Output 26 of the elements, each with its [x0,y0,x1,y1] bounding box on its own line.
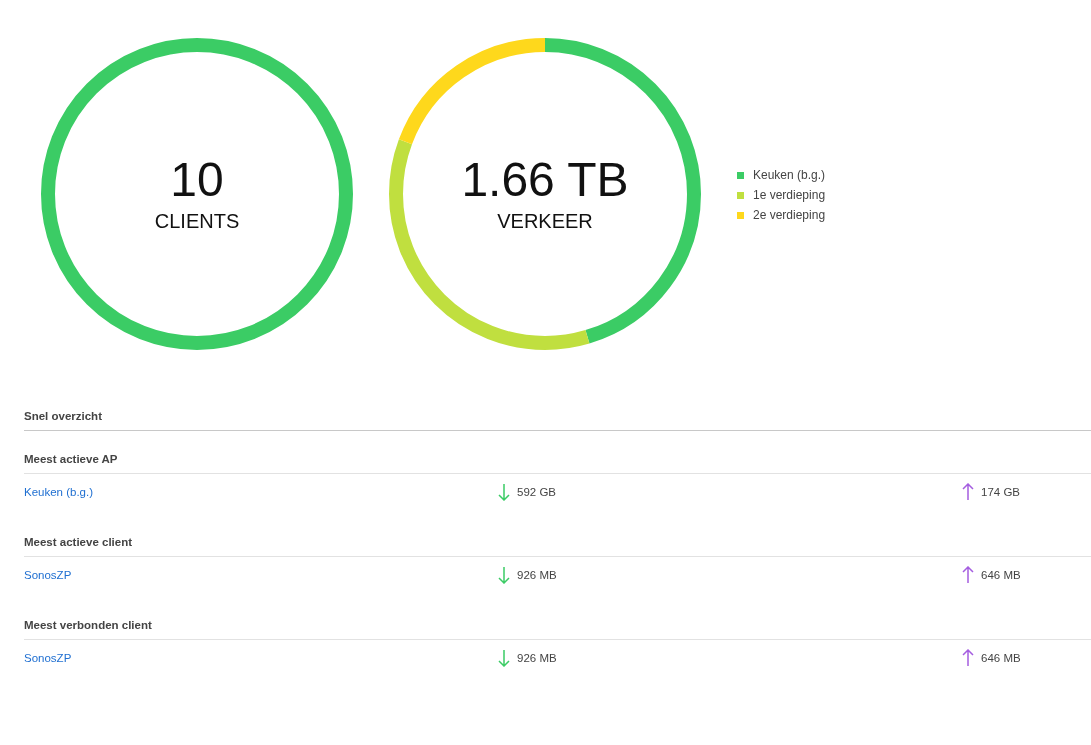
item-link[interactable]: Keuken (b.g.) [24,486,94,498]
download-value: 926 MB [517,569,557,581]
upload-arrow-icon [962,483,974,501]
download-value: 592 GB [517,486,556,498]
download-arrow-icon [498,483,510,501]
legend-label: 1e verdieping [753,188,826,202]
group-title: Meest actieve client [24,502,1091,557]
stat-value: 1.66 TB [461,155,629,204]
stat-label: CLIENTS [154,209,240,233]
upload-value: 646 MB [981,569,1021,581]
legend-label: 2e verdieping [753,208,826,222]
upload-value: 174 GB [981,486,1020,498]
upload-arrow-icon [962,566,974,584]
download-value: 926 MB [517,652,557,664]
legend-label: Keuken (b.g.) [753,168,826,182]
stat-label: VERKEER [497,209,593,233]
item-link[interactable]: SonosZP [24,652,72,664]
download-arrow-icon [498,649,510,667]
download-arrow-icon [498,566,510,584]
stat-value: 10 [170,155,224,204]
group-title: Meest actieve AP [24,431,1091,474]
upload-value: 646 MB [981,652,1021,664]
upload-arrow-icon [962,649,974,667]
group-title: Meest verbonden client [24,585,1091,640]
section-title: Snel overzicht [24,410,1091,431]
item-link[interactable]: SonosZP [24,569,72,581]
